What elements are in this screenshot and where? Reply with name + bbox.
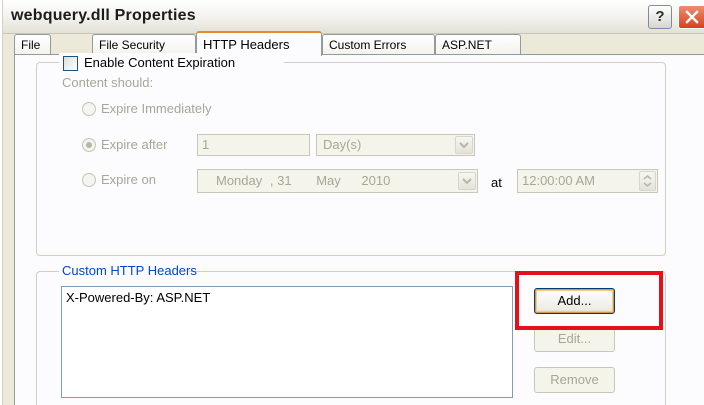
chevron-down-icon: [462, 178, 472, 185]
expire-after-value-input[interactable]: 1: [197, 134, 310, 156]
date-month: May: [316, 173, 341, 188]
enable-content-expiration-checkbox[interactable]: [63, 56, 78, 71]
expire-on-label: Expire on: [101, 172, 156, 187]
enable-content-expiration-label: Enable Content Expiration: [84, 55, 236, 70]
time-spinner[interactable]: [639, 171, 656, 191]
at-label: at: [491, 175, 502, 190]
expire-after-label: Expire after: [101, 137, 168, 152]
expire-after-unit-value: Day(s): [323, 137, 362, 152]
remove-button[interactable]: Remove: [534, 367, 615, 393]
expire-after-unit-select[interactable]: Day(s): [316, 134, 475, 156]
date-dropdown-arrow[interactable]: [458, 172, 476, 190]
highlight-box: [515, 271, 663, 330]
up-down-arrows-icon: [643, 174, 652, 188]
properties-dialog: webquery.dll Properties ? File File Secu…: [2, 0, 704, 405]
expire-on-date-picker[interactable]: Monday , 31 May 2010: [197, 169, 478, 193]
date-day: , 31: [269, 173, 292, 188]
expire-after-radio[interactable]: [82, 138, 96, 152]
custom-headers-label: Custom HTTP Headers: [62, 263, 197, 278]
expire-on-radio[interactable]: [82, 173, 96, 187]
custom-headers-list[interactable]: X-Powered-By: ASP.NET: [61, 286, 513, 398]
expire-immediately-label: Expire Immediately: [101, 101, 212, 116]
unit-dropdown-arrow[interactable]: [455, 136, 473, 154]
content-expiration-group: [36, 62, 666, 256]
chevron-down-icon: [459, 142, 469, 149]
list-item[interactable]: X-Powered-By: ASP.NET: [66, 290, 210, 305]
expire-time-input[interactable]: 12:00:00 AM: [517, 169, 658, 193]
date-year: 2010: [361, 173, 391, 188]
time-value: 12:00:00 AM: [522, 173, 595, 188]
content-should-label: Content should:: [62, 75, 154, 90]
date-weekday: Monday: [216, 173, 263, 188]
expire-immediately-radio[interactable]: [82, 102, 96, 116]
custom-headers-legend: Custom HTTP Headers: [59, 262, 197, 280]
